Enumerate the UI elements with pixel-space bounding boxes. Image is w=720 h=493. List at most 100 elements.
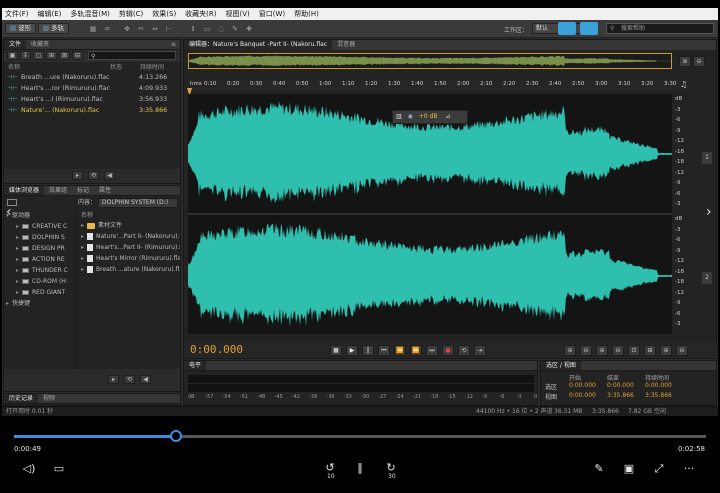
record-icon[interactable]: ● <box>442 345 454 356</box>
tab-mixer[interactable]: 混音器 <box>332 40 360 50</box>
close-file-icon[interactable]: ⊠ <box>59 51 70 60</box>
multitrack-mode-button[interactable]: ▥ 多轨 <box>38 23 70 34</box>
time-select-icon[interactable]: ⊢ <box>164 24 174 34</box>
skip-end-icon[interactable]: ⏭ <box>426 345 438 356</box>
loop-icon[interactable]: ⟲ <box>88 171 99 180</box>
play-icon[interactable]: ▶ <box>346 345 358 356</box>
fullscreen-icon[interactable]: ⤢ <box>652 463 666 475</box>
marquee-tool-icon[interactable]: ▭ <box>202 24 212 34</box>
import-icon[interactable]: ↧ <box>20 51 31 60</box>
file-row[interactable]: ⊣⊢ Heart's ...I (Rimururu).flac 3:56.933 <box>7 95 177 105</box>
pause-icon[interactable]: ‖ <box>353 462 367 474</box>
slip-tool-icon[interactable]: ⇔ <box>150 24 160 34</box>
waveform-area[interactable]: ▥ ◉ +0 dB ⊿ <box>188 94 672 334</box>
spectral-icon[interactable]: ▦ <box>88 24 98 34</box>
volume-icon[interactable]: ◀ <box>140 375 151 384</box>
pause-icon[interactable]: ‖ <box>362 345 374 356</box>
tree-item[interactable]: ▸ DESIGN PR <box>16 244 65 254</box>
zoom-out-icon[interactable]: ⊖ <box>693 56 705 67</box>
browser-list-item[interactable]: ▸ Nature'...Part II- (Nakoruru).fl <box>81 232 180 242</box>
move-tool-icon[interactable]: ✥ <box>122 24 132 34</box>
browser-list-item[interactable]: ▸ Heart's...Part II- (Rimururu).fl <box>81 243 180 253</box>
column-name[interactable]: 名称 <box>8 63 20 72</box>
waveform-mode-button[interactable]: ▤ 波形 <box>5 23 37 34</box>
zoom-in-time-icon[interactable]: ⊕ <box>596 345 608 356</box>
loop-playback-icon[interactable]: ⟲ <box>458 345 470 356</box>
hud-gain-control[interactable]: ▥ ◉ +0 dB ⊿ <box>392 110 468 124</box>
hud-pin-icon[interactable]: ⊿ <box>445 113 450 120</box>
zoom-out-point-icon[interactable]: ⊖ <box>676 345 688 356</box>
view-start-field[interactable]: 0:00.000 <box>569 392 596 399</box>
selection-end-field[interactable]: 0:00.000 <box>607 382 634 389</box>
current-time-display[interactable]: 0:00.000 <box>190 343 243 356</box>
new-file-icon[interactable]: ▢ <box>33 51 44 60</box>
seek-bar[interactable] <box>14 430 706 442</box>
selection-start-field[interactable]: 0:00.000 <box>569 382 596 389</box>
view-end-field[interactable]: 3:35.866 <box>607 392 634 399</box>
menu-item[interactable]: 编辑(E) <box>38 9 62 19</box>
tree-item[interactable]: ▸ CREATIVE C <box>16 222 67 232</box>
pitch-icon[interactable]: ♒ <box>102 24 112 34</box>
next-arrow-icon[interactable]: › <box>706 204 712 220</box>
menu-item[interactable]: 效果(S) <box>152 9 176 19</box>
menu-item[interactable]: 帮助(H) <box>294 9 319 19</box>
tree-item[interactable]: ▸ ACTION RE <box>16 255 65 265</box>
time-ruler[interactable]: hms 0:10 0:20 0:30 0:40 0:50 1:00 1:10 1:20 1:30… <box>188 80 688 90</box>
browser-list-item[interactable]: ▸ Breath ...ature (Nakoruru).flac <box>81 265 180 275</box>
tab-files[interactable]: 文件 <box>4 40 27 49</box>
tab-markers[interactable]: 标记 <box>72 186 94 195</box>
stop-icon[interactable]: ■ <box>330 345 342 356</box>
volume-icon[interactable]: ◁) <box>22 463 36 475</box>
tab-media-browser[interactable]: 媒体浏览器 <box>4 186 45 195</box>
tab-video[interactable]: 视频 <box>38 394 60 403</box>
menu-item[interactable]: 多轨混音(M) <box>70 9 110 19</box>
seek-handle[interactable] <box>169 430 182 442</box>
zoom-in-amplitude-icon[interactable]: ⊕ <box>564 345 576 356</box>
rewind-icon[interactable]: ⏪ <box>394 345 406 356</box>
healing-tool-icon[interactable]: ✚ <box>244 24 254 34</box>
skip-start-icon[interactable]: ⏮ <box>378 345 390 356</box>
tab-effects-rack[interactable]: 效果组 <box>44 186 72 195</box>
menu-item[interactable]: 文件(F) <box>5 9 29 19</box>
search-help-field[interactable]: ⚲ 搜索帮助 <box>606 23 714 34</box>
skip-selection-icon[interactable]: ⇥ <box>474 345 486 356</box>
pen-icon[interactable]: ✎ <box>592 463 606 475</box>
mini-view-icon[interactable]: ▣ <box>622 463 636 475</box>
tab-history[interactable]: 历史记录 <box>4 394 39 403</box>
fast-forward-icon[interactable]: ⏩ <box>410 345 422 356</box>
overview-bar[interactable] <box>188 53 672 69</box>
menu-item[interactable]: 视图(V) <box>226 9 250 19</box>
play-icon[interactable]: ▸ <box>108 375 119 384</box>
selection-duration-field[interactable]: 0:00.000 <box>645 382 672 389</box>
hud-knob-icon[interactable]: ◉ <box>408 113 413 120</box>
brush-tool-icon[interactable]: ✎ <box>230 24 240 34</box>
tab-levels[interactable]: 电平 <box>184 361 207 370</box>
column-status[interactable]: 状态 <box>110 63 122 72</box>
browser-list-item[interactable]: ▸ 素材文件 <box>81 221 122 231</box>
time-selection-tool-icon[interactable]: I <box>188 24 198 34</box>
razor-tool-icon[interactable]: ✂ <box>136 24 146 34</box>
channel-1-label[interactable]: 1 <box>702 152 712 164</box>
tab-selection-view[interactable]: 选区 / 视图 <box>541 361 581 370</box>
view-duration-field[interactable]: 3:35.866 <box>645 392 672 399</box>
zoom-out-time-icon[interactable]: ⊖ <box>612 345 624 356</box>
browser-list-item[interactable]: ▸ Heart's Mirror (Rimururu).flac <box>81 254 180 264</box>
play-preview-icon[interactable]: ▸ <box>72 171 83 180</box>
previous-arrow-icon[interactable]: ‹ <box>6 204 12 220</box>
tree-item[interactable]: ▸ THUNDER C <box>16 266 68 276</box>
zoom-icon[interactable]: ⊕ <box>679 56 691 67</box>
tab-properties[interactable]: 属性 <box>94 186 116 195</box>
tab-editor[interactable]: 编辑器：Nature's Banquet -Part II- (Nakoru.f… <box>184 40 333 50</box>
zoom-out-amplitude-icon[interactable]: ⊖ <box>580 345 592 356</box>
tree-item[interactable]: ▸ RED GIANT <box>16 288 65 298</box>
menu-item[interactable]: 窗口(W) <box>259 9 285 19</box>
zoom-in-point-icon[interactable]: ⊕ <box>660 345 672 356</box>
skip-forward-30-icon[interactable]: ↻ 30 <box>383 462 399 481</box>
zoom-selection-icon[interactable]: ⊞ <box>644 345 656 356</box>
zoom-full-icon[interactable]: ⊡ <box>628 345 640 356</box>
headphones-icon[interactable]: ♫ <box>680 80 690 90</box>
loop-icon[interactable]: ⟲ <box>124 375 135 384</box>
volume-icon[interactable]: ◀ <box>104 171 115 180</box>
subtitles-icon[interactable]: ▭ <box>52 463 66 475</box>
panel-menu-icon[interactable]: ≡ <box>171 40 176 50</box>
